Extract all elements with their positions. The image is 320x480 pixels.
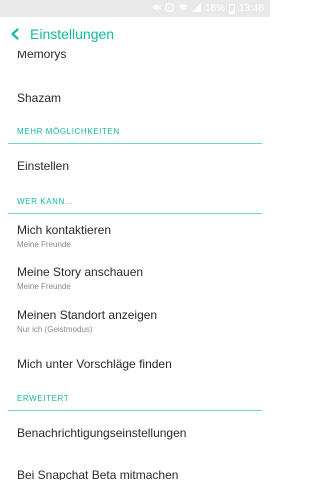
settings-list[interactable]: Memorys Shazam MEHR MÖGLICHKEITEN Einste… [0,51,270,480]
status-time: 13:48 [238,3,264,14]
section-header-erweitert: ERWEITERT [17,394,70,403]
list-item-title: Mich kontaktieren [17,223,112,237]
section-divider [8,213,262,214]
list-item-memorys[interactable]: Memorys [0,51,270,61]
list-item-title: Benachrichtigungseinstellungen [17,426,187,440]
battery-icon [228,3,235,14]
list-item-subtitle: Meine Freunde [17,282,71,291]
signal-icon [191,3,201,14]
list-item-shazam[interactable]: Shazam [0,91,270,105]
section-header-mehr-moeglichkeiten: MEHR MÖGLICHKEITEN [17,127,120,136]
list-item-subtitle: Nur ich (Geistmodus) [17,325,93,334]
wifi-icon [178,3,188,14]
list-item-title: Meinen Standort anzeigen [17,308,158,322]
app-header: Einstellungen [0,17,270,51]
page-title: Einstellungen [30,26,115,42]
list-item-title: Einstellen [17,159,70,173]
mute-icon [152,3,162,14]
list-item-mich-kontaktieren[interactable]: Mich kontaktieren Meine Freunde [0,223,270,249]
list-item-title: Bei Snapchat Beta mitmachen [17,468,179,480]
list-item-mich-unter-vorschlaege-finden[interactable]: Mich unter Vorschläge finden [0,357,270,371]
list-item-title: Memorys [17,51,67,61]
nfc-icon: N [165,3,174,14]
list-item-einstellen[interactable]: Einstellen [0,159,270,173]
list-item-subtitle: Meine Freunde [17,240,71,249]
list-item-meinen-standort-anzeigen[interactable]: Meinen Standort anzeigen Nur ich (Geistm… [0,308,270,334]
list-item-title: Shazam [17,91,62,105]
list-item-title: Meine Story anschauen [17,265,144,279]
section-divider [8,410,262,411]
section-header-wer-kann: WER KANN... [17,197,74,206]
list-item-meine-story-anschauen[interactable]: Meine Story anschauen Meine Freunde [0,265,270,291]
svg-text:N: N [168,6,171,11]
list-item-snapchat-beta[interactable]: Bei Snapchat Beta mitmachen [0,468,270,480]
list-item-benachrichtigungseinstellungen[interactable]: Benachrichtigungseinstellungen [0,426,270,440]
section-divider [8,143,262,144]
chevron-left-icon[interactable] [8,27,22,41]
status-bar: N 18% 13:48 [0,0,270,17]
list-item-title: Mich unter Vorschläge finden [17,357,172,371]
battery-percent: 18% [204,3,225,14]
